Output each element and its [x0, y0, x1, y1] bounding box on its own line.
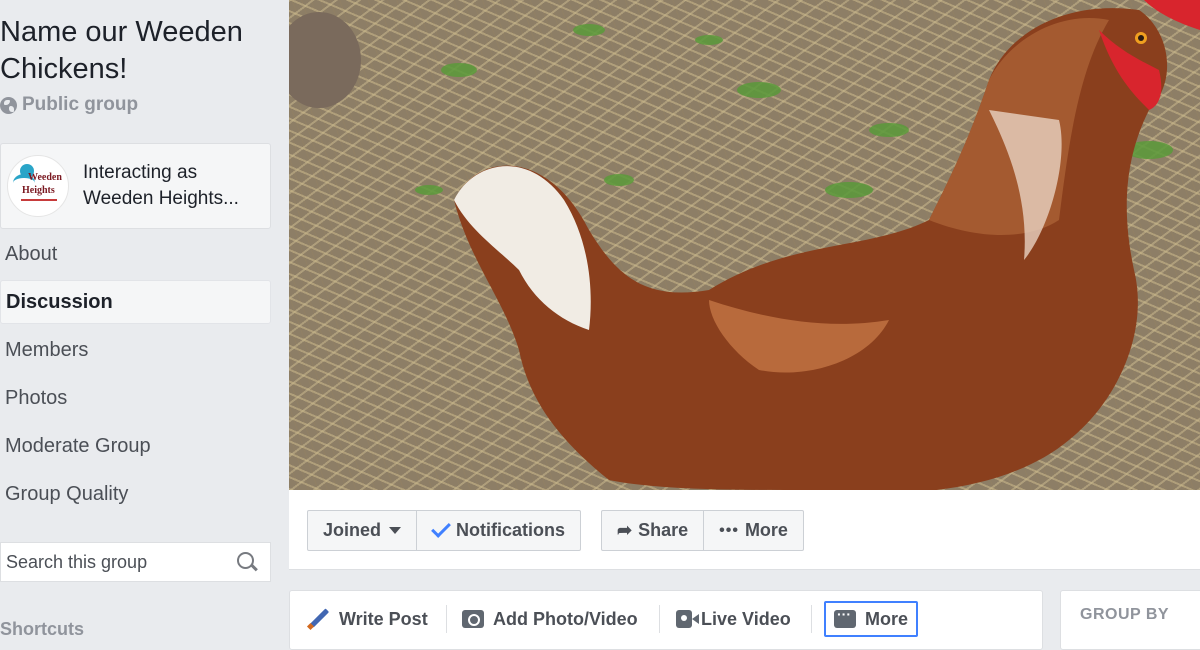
live-video-tab[interactable]: Live Video	[676, 601, 791, 637]
logo-text-line1: Weeden	[28, 172, 62, 183]
video-camera-icon	[676, 610, 699, 628]
ellipsis-icon: •••	[719, 521, 739, 539]
more-actions-label: More	[744, 520, 788, 540]
add-photo-video-tab[interactable]: Add Photo/Video	[462, 601, 638, 637]
share-arrow-icon: ➦	[617, 520, 633, 540]
interacting-as-page-name[interactable]: Weeden Heights...	[83, 186, 239, 212]
group-action-bar: Joined Notifications ➦ Share ••• More	[289, 490, 1200, 570]
more-actions-button[interactable]: ••• More	[703, 511, 803, 550]
page-avatar[interactable]: Weeden Heights	[7, 155, 69, 217]
sidebar-item-photos[interactable]: Photos	[0, 376, 271, 420]
checkmark-icon	[431, 518, 451, 538]
joined-button[interactable]: Joined	[308, 511, 416, 550]
chicken	[454, 0, 1200, 490]
write-post-label: Write Post	[339, 608, 428, 629]
tab-divider	[811, 605, 812, 633]
group-by-heading: GROUP BY	[1080, 606, 1170, 623]
live-video-label: Live Video	[701, 608, 791, 629]
interacting-as-label: Interacting as	[83, 162, 198, 183]
pencil-icon	[308, 608, 330, 630]
logo-underline	[21, 199, 57, 201]
tab-divider	[659, 605, 660, 633]
privacy-label: Public group	[0, 94, 138, 116]
composer-more-label: More	[865, 608, 909, 629]
sidebar-item-members[interactable]: Members	[0, 328, 271, 372]
share-label: Share	[638, 520, 689, 540]
tab-divider	[446, 605, 447, 633]
share-button[interactable]: ➦ Share	[602, 511, 703, 550]
privacy-text: Public group	[22, 94, 139, 115]
post-composer: Write Post Add Photo/Video Live Video Mo…	[289, 590, 1043, 650]
photo-rock	[289, 12, 361, 108]
sidebar-item-discussion[interactable]: Discussion	[0, 280, 271, 324]
share-button-group: ➦ Share ••• More	[601, 510, 804, 551]
interacting-as-card[interactable]: Weeden Heights Interacting as Weeden Hei…	[0, 143, 271, 229]
write-post-tab[interactable]: Write Post	[308, 601, 428, 637]
notifications-label: Notifications	[456, 520, 566, 540]
sidebar-item-group-quality[interactable]: Group Quality	[0, 472, 271, 516]
group-by-panel: GROUP BY	[1060, 590, 1200, 650]
interacting-as-text: Interacting as Weeden Heights...	[83, 160, 239, 212]
logo-text-line2: Heights	[22, 185, 55, 196]
composer-more-tab[interactable]: More	[824, 601, 919, 637]
left-sidebar: Name our Weeden Chickens! Public group W…	[0, 0, 280, 640]
membership-button-group: Joined Notifications	[307, 510, 582, 551]
sidebar-item-about[interactable]: About	[0, 232, 271, 276]
more-options-icon	[834, 606, 856, 628]
search-icon[interactable]	[236, 551, 258, 573]
notifications-button[interactable]: Notifications	[416, 511, 580, 550]
search-input[interactable]	[6, 551, 226, 573]
group-search	[0, 542, 271, 582]
cover-photo[interactable]	[289, 0, 1200, 490]
shortcuts-heading: Shortcuts	[0, 619, 85, 639]
chevron-down-icon	[389, 527, 402, 534]
group-nav: About Discussion Members Photos Moderate…	[0, 232, 271, 520]
camera-icon	[462, 610, 484, 628]
joined-label: Joined	[323, 520, 382, 540]
add-photo-video-label: Add Photo/Video	[493, 608, 638, 629]
chicken-photo	[289, 0, 1200, 490]
group-title[interactable]: Name our Weeden Chickens!	[0, 14, 270, 88]
sidebar-item-moderate-group[interactable]: Moderate Group	[0, 424, 271, 468]
globe-icon	[0, 96, 17, 114]
